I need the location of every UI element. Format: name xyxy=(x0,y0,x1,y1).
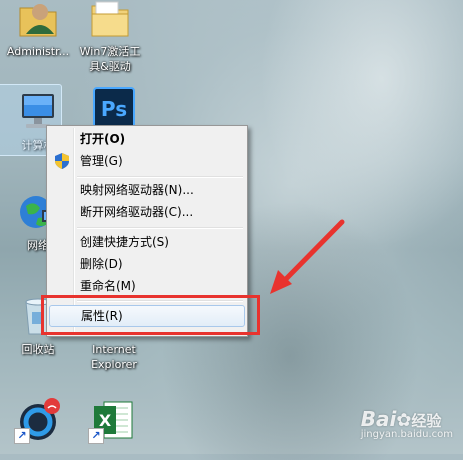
annotation-arrow-icon xyxy=(270,219,345,294)
watermark-url: jingyan.baidu.com xyxy=(360,429,453,440)
watermark-brand2: 经验 xyxy=(411,412,442,430)
watermark-brand: Bai xyxy=(360,407,397,431)
baidu-watermark: Bai✿经验 jingyan.baidu.com xyxy=(361,407,453,440)
paw-icon: ✿ xyxy=(396,410,412,431)
